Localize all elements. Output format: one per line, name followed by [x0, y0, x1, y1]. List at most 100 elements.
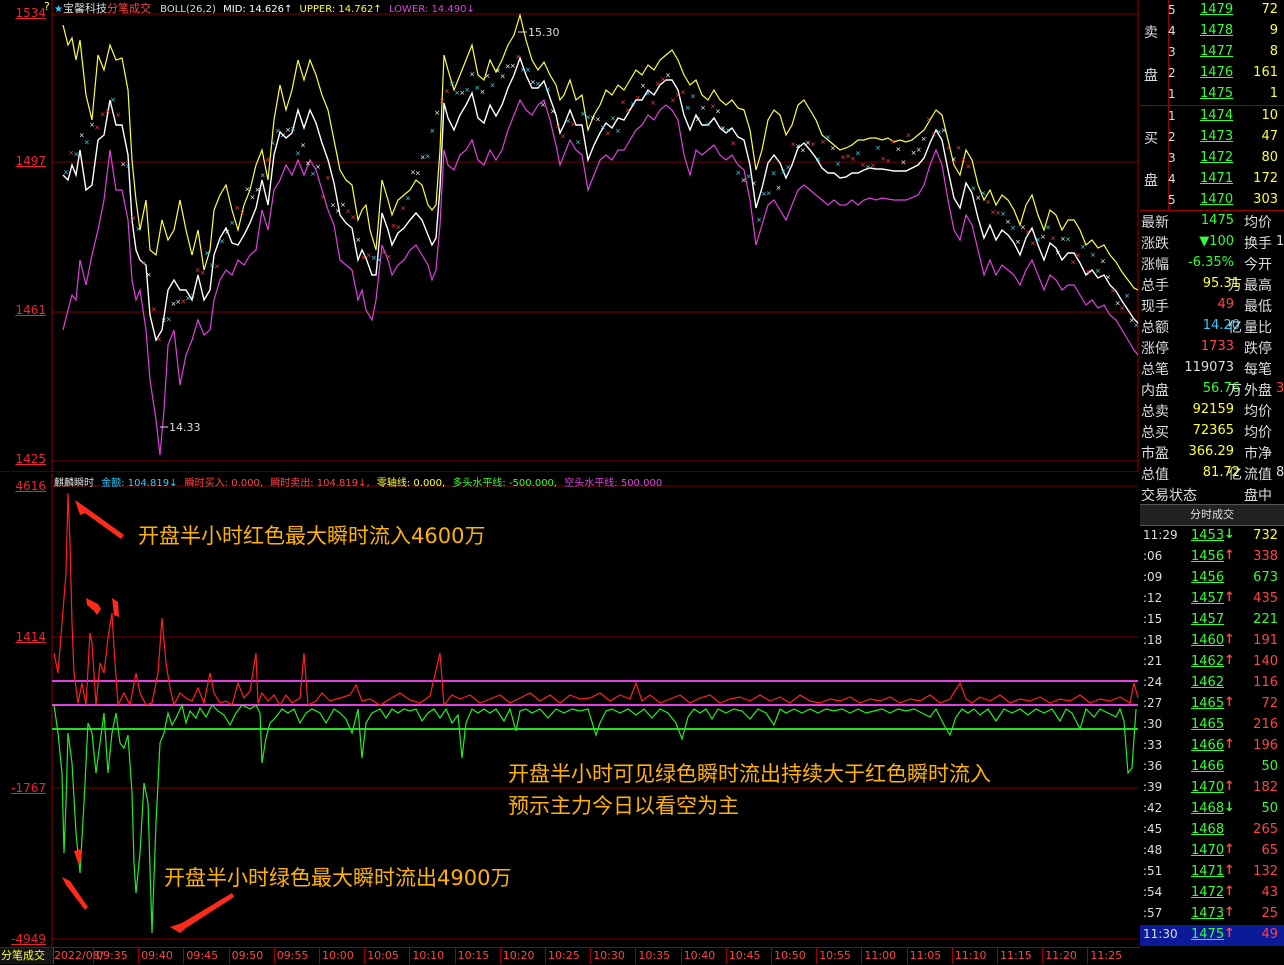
tick-row[interactable]: :21 1462 ↑ 140: [1140, 652, 1284, 673]
tick-row[interactable]: :33 1466 ↑ 196: [1140, 736, 1284, 757]
time-label: 10:15: [457, 949, 490, 962]
sell-label-b: 盘: [1144, 68, 1158, 84]
time-label: 10:25: [548, 949, 580, 962]
time-label: 10:45: [728, 949, 761, 962]
asks-row[interactable]: 4 1478 9: [1168, 21, 1284, 42]
svg-text:×: ×: [224, 228, 230, 236]
asks-row[interactable]: 3 1477 8: [1168, 42, 1284, 63]
arrow-up-icon: ↑: [1224, 653, 1235, 668]
quote-value: ▼100: [1199, 234, 1234, 249]
bids-row[interactable]: 2 1473 47: [1168, 127, 1284, 148]
annotation-max-inflow: 开盘半小时红色最大瞬时流入4600万: [138, 524, 486, 548]
tick-row[interactable]: 11:30 1475 ↑ 49: [1140, 925, 1284, 946]
tick-row[interactable]: 11:29 1453 ↓ 732: [1140, 526, 1284, 547]
tick-row[interactable]: :51 1471 ↑ 132: [1140, 862, 1284, 883]
asks-row[interactable]: 1 1475 1: [1168, 84, 1284, 105]
svg-text:×: ×: [830, 144, 836, 152]
svg-text:×: ×: [204, 250, 210, 258]
tick-row[interactable]: :27 1465 ↑ 72: [1140, 694, 1284, 715]
svg-text:×: ×: [680, 89, 686, 97]
quote-row: 总笔 119073 每笔: [1140, 358, 1284, 379]
ticks-header[interactable]: 分时成交: [1140, 504, 1284, 526]
bids-row[interactable]: 1 1474 10: [1168, 106, 1284, 127]
tick-time: :30: [1143, 717, 1163, 731]
quote-label-2: 均价: [1244, 425, 1272, 441]
svg-text:×: ×: [1075, 251, 1081, 259]
svg-text:×: ×: [305, 159, 311, 167]
tick-row[interactable]: :36 1466 50: [1140, 757, 1284, 778]
level-number: 2: [1168, 66, 1176, 80]
tick-time: :54: [1143, 885, 1163, 899]
tick-row[interactable]: :06 1456 ↑ 338: [1140, 547, 1284, 568]
svg-text:×: ×: [1124, 292, 1130, 300]
quote-label-2: 流值: [1244, 467, 1272, 483]
bids-row[interactable]: 5 1470 303: [1168, 190, 1284, 211]
svg-text:×: ×: [439, 97, 445, 105]
quote-unit: 万: [1228, 383, 1242, 399]
tick-price: 1456: [1191, 549, 1225, 564]
tick-price: 1468: [1191, 822, 1225, 837]
svg-text:×: ×: [515, 53, 521, 61]
tick-row[interactable]: :39 1470 ↑ 182: [1140, 778, 1284, 799]
tick-row[interactable]: :18 1460 ↑ 191: [1140, 631, 1284, 652]
buy-label-a: 买: [1144, 131, 1158, 147]
svg-text:×: ×: [525, 66, 531, 74]
quote-row: 总卖 92159 均价: [1140, 400, 1284, 421]
tick-time: 11:30: [1143, 927, 1178, 941]
amount-label: 金额: 104.819↓: [101, 478, 178, 489]
tick-row[interactable]: :09 1456 673: [1140, 568, 1284, 589]
tick-volume: 140: [1253, 654, 1278, 669]
svg-text:×: ×: [875, 144, 881, 152]
bear-line-label: 空头水平线: 500.000: [564, 478, 663, 489]
tick-row[interactable]: :54 1472 ↑ 43: [1140, 883, 1284, 904]
high-marker: 15.30: [528, 26, 560, 39]
svg-text:×: ×: [156, 335, 162, 343]
quote-label-2: 均价: [1244, 404, 1272, 420]
quote-value: 1475: [1200, 213, 1234, 228]
buy-in-label: 瞬时买入: 0.000,: [184, 478, 264, 489]
tick-volume: 25: [1261, 906, 1278, 921]
svg-text:×: ×: [560, 132, 566, 140]
bottom-tab-trades[interactable]: 分笔成交: [0, 948, 54, 964]
tick-time: 11:29: [1143, 528, 1178, 542]
level-volume: 161: [1253, 65, 1278, 80]
tick-row[interactable]: :12 1457 ↑ 435: [1140, 589, 1284, 610]
flow-y-bottom: -4949: [11, 932, 46, 946]
arrow-up-icon: ↑: [1224, 842, 1235, 857]
tick-volume: 49: [1261, 927, 1278, 942]
bids-row[interactable]: 4 1471 172: [1168, 169, 1284, 190]
svg-text:×: ×: [130, 214, 136, 222]
quote-unit: 亿: [1228, 320, 1242, 336]
svg-text:×: ×: [730, 140, 736, 148]
asks-row[interactable]: 5 1479 72: [1168, 0, 1284, 21]
tick-row[interactable]: :42 1468 ↓ 50: [1140, 799, 1284, 820]
svg-text:×: ×: [469, 71, 475, 79]
quote-label-2: 市净: [1244, 446, 1272, 462]
svg-text:×: ×: [685, 104, 691, 112]
svg-text:×: ×: [151, 306, 157, 314]
tick-volume: 216: [1253, 717, 1278, 732]
tick-time: :48: [1143, 843, 1163, 857]
svg-text:×: ×: [490, 82, 496, 90]
tick-row[interactable]: :45 1468 265: [1140, 820, 1284, 841]
boll-label: BOLL(26,2): [160, 4, 216, 15]
stock-name: 宝馨科技: [62, 2, 107, 15]
tick-row[interactable]: :48 1470 ↑ 65: [1140, 841, 1284, 862]
bids-row[interactable]: 3 1472 80: [1168, 148, 1284, 169]
svg-text:×: ×: [265, 156, 271, 164]
svg-text:×: ×: [405, 195, 411, 203]
time-label: 10:05: [367, 949, 399, 962]
tick-volume: 132: [1253, 864, 1278, 879]
tick-row[interactable]: :24 1462 116: [1140, 673, 1284, 694]
arrow-up-icon: ↑: [1224, 632, 1235, 647]
svg-text:×: ×: [1119, 305, 1125, 313]
time-label: 10:30: [593, 949, 625, 962]
arrow-up-icon: ↑: [1224, 590, 1235, 605]
asks-row[interactable]: 2 1476 161: [1168, 63, 1284, 84]
tick-row[interactable]: :57 1473 ↑ 25: [1140, 904, 1284, 925]
tick-row[interactable]: :30 1465 216: [1140, 715, 1284, 736]
tick-row[interactable]: :15 1457 221: [1140, 610, 1284, 631]
svg-text:×: ×: [73, 151, 79, 159]
quote-label-2: 今开: [1244, 257, 1272, 273]
level-price: 1471: [1200, 171, 1234, 186]
